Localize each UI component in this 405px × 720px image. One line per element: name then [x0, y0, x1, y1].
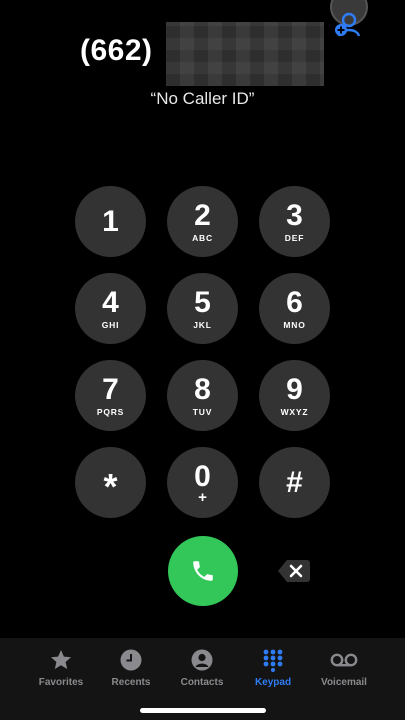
- home-indicator[interactable]: [140, 708, 266, 713]
- key-digit: 7: [102, 372, 119, 406]
- key-digit: 2: [194, 198, 211, 232]
- key-3[interactable]: 3 DEF: [259, 186, 330, 257]
- tab-label: Recents: [111, 677, 151, 688]
- key-4[interactable]: 4 GHI: [75, 273, 146, 344]
- key-letters: PQRS: [96, 406, 125, 417]
- tab-voicemail[interactable]: Voicemail: [308, 648, 380, 688]
- key-hash[interactable]: #: [259, 447, 330, 518]
- call-button[interactable]: [168, 536, 238, 606]
- clock-icon: [120, 649, 142, 671]
- caller-id-label: “No Caller ID”: [150, 89, 255, 108]
- redacted-number-blur: [166, 22, 324, 86]
- tab-contacts[interactable]: Contacts: [166, 648, 238, 688]
- key-digit: 3: [286, 198, 303, 232]
- key-9[interactable]: 9 WXYZ: [259, 360, 330, 431]
- key-letters: ABC: [192, 232, 213, 243]
- tab-keypad[interactable]: Keypad: [237, 648, 309, 688]
- key-letters: DEF: [284, 232, 305, 243]
- delete-button[interactable]: [277, 558, 311, 584]
- tab-label: Voicemail: [321, 677, 367, 688]
- key-7[interactable]: 7 PQRS: [75, 360, 146, 431]
- tab-favorites[interactable]: Favorites: [25, 648, 97, 688]
- key-star[interactable]: *: [75, 447, 146, 518]
- key-digit: 5: [194, 285, 211, 319]
- key-digit: 6: [286, 285, 303, 319]
- key-letters: MNO: [283, 319, 306, 330]
- key-digit: #: [286, 465, 303, 499]
- key-1[interactable]: 1: [75, 186, 146, 257]
- tab-label: Contacts: [180, 677, 224, 688]
- person-icon: [191, 649, 213, 671]
- key-letters: WXYZ: [280, 406, 309, 417]
- keypad-grid-icon: [263, 649, 283, 672]
- key-letters: TUV: [192, 406, 213, 417]
- key-digit: 1: [102, 204, 119, 238]
- key-letters: GHI: [101, 319, 120, 330]
- key-letters: JKL: [193, 319, 212, 330]
- add-contact-icon[interactable]: [333, 10, 361, 38]
- key-6[interactable]: 6 MNO: [259, 273, 330, 344]
- star-icon: [51, 650, 71, 669]
- voicemail-icon: [330, 653, 358, 667]
- key-0[interactable]: 0 +: [167, 447, 238, 518]
- key-digit: 4: [102, 285, 119, 319]
- key-digit: 8: [194, 372, 211, 406]
- key-5[interactable]: 5 JKL: [167, 273, 238, 344]
- tab-label: Favorites: [38, 677, 84, 688]
- tab-label: Keypad: [254, 677, 292, 688]
- key-digit: *: [103, 465, 118, 507]
- key-2[interactable]: 2 ABC: [167, 186, 238, 257]
- key-digit: 0: [194, 459, 211, 493]
- key-8[interactable]: 8 TUV: [167, 360, 238, 431]
- phone-icon: [193, 561, 213, 581]
- tab-recents[interactable]: Recents: [95, 648, 167, 688]
- key-letters: +: [198, 488, 207, 506]
- backspace-icon: [278, 560, 310, 582]
- dialed-number: (662): [80, 34, 153, 67]
- key-digit: 9: [286, 372, 303, 406]
